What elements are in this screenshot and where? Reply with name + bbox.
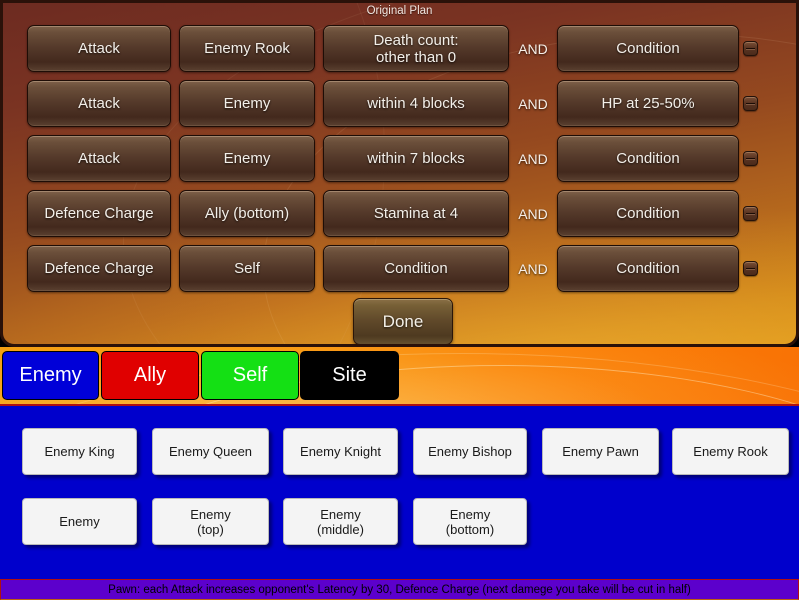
minus-icon[interactable]	[743, 41, 758, 56]
plan-connector-label: AND	[518, 150, 548, 167]
minus-icon[interactable]	[743, 151, 758, 166]
plan-slot-target[interactable]: Ally (bottom)	[179, 190, 315, 237]
page-title: Original Plan	[366, 5, 433, 17]
entity-chip[interactable]: Enemy (top)	[152, 498, 269, 545]
plan-connector-label: AND	[518, 260, 548, 277]
plan-slot-action[interactable]: Attack	[27, 80, 171, 127]
original-plan-panel: Original Plan Attack Enemy Rook Death coun…	[0, 0, 799, 347]
entity-chip[interactable]: Enemy (bottom)	[413, 498, 527, 545]
entity-chip[interactable]: Enemy Knight	[283, 428, 398, 475]
plan-slot-condition_a[interactable]: Condition	[323, 245, 509, 292]
entity-chip[interactable]: Enemy King	[22, 428, 137, 475]
entity-chip[interactable]: Enemy Bishop	[413, 428, 527, 475]
minus-icon[interactable]	[743, 261, 758, 276]
plan-row: Attack Enemy Rook Death count: other than …	[3, 21, 796, 76]
plan-slot-condition_a[interactable]: Stamina at 4	[323, 190, 509, 237]
minus-icon[interactable]	[743, 206, 758, 221]
plan-row: Defence Charge Self Condition AND Condition	[3, 241, 796, 296]
status-bar: Pawn: each Attack increases opponent's L…	[0, 579, 799, 600]
plan-slot-action[interactable]: Defence Charge	[27, 245, 171, 292]
plan-connector-label: AND	[518, 40, 548, 57]
plan-slot-condition_b[interactable]: HP at 25-50%	[557, 80, 739, 127]
plan-row: Defence Charge Ally (bottom) Stamina at 4 A…	[3, 186, 796, 241]
tab-enemy[interactable]: Enemy	[2, 351, 99, 400]
plan-slot-action[interactable]: Attack	[27, 135, 171, 182]
app-root: Original Plan Attack Enemy Rook Death coun…	[0, 0, 799, 600]
plan-slot-condition_a[interactable]: within 7 blocks	[323, 135, 509, 182]
category-tabstrip: Enemy Ally Self Site	[0, 347, 799, 404]
plan-slot-action[interactable]: Defence Charge	[27, 190, 171, 237]
plan-slot-condition_b[interactable]: Condition	[557, 135, 739, 182]
plan-slot-condition_b[interactable]: Condition	[557, 245, 739, 292]
tab-site[interactable]: Site	[300, 351, 399, 400]
plan-rows: Attack Enemy Rook Death count: other than …	[3, 21, 796, 296]
entity-options-panel: Enemy King Enemy Queen Enemy Knight Enemy B…	[0, 404, 799, 579]
plan-slot-action[interactable]: Attack	[27, 25, 171, 72]
plan-row: Attack Enemy within 4 blocks AND HP at 25-50…	[3, 76, 796, 131]
plan-connector-label: AND	[518, 95, 548, 112]
minus-icon[interactable]	[743, 96, 758, 111]
tab-self[interactable]: Self	[201, 351, 299, 400]
entity-chip[interactable]: Enemy	[22, 498, 137, 545]
entity-chip[interactable]: Enemy Queen	[152, 428, 269, 475]
done-button[interactable]: Done	[353, 298, 453, 344]
plan-slot-target[interactable]: Enemy	[179, 135, 315, 182]
plan-row: Attack Enemy within 7 blocks AND Condition	[3, 131, 796, 186]
entity-chip[interactable]: Enemy (middle)	[283, 498, 398, 545]
plan-slot-target[interactable]: Self	[179, 245, 315, 292]
plan-slot-target[interactable]: Enemy Rook	[179, 25, 315, 72]
plan-slot-condition_b[interactable]: Condition	[557, 190, 739, 237]
tab-ally[interactable]: Ally	[101, 351, 199, 400]
plan-slot-target[interactable]: Enemy	[179, 80, 315, 127]
plan-slot-condition_a[interactable]: within 4 blocks	[323, 80, 509, 127]
plan-connector-label: AND	[518, 205, 548, 222]
plan-slot-condition_a[interactable]: Death count: other than 0	[323, 25, 509, 72]
plan-slot-condition_b[interactable]: Condition	[557, 25, 739, 72]
entity-chip[interactable]: Enemy Rook	[672, 428, 789, 475]
entity-chip[interactable]: Enemy Pawn	[542, 428, 659, 475]
